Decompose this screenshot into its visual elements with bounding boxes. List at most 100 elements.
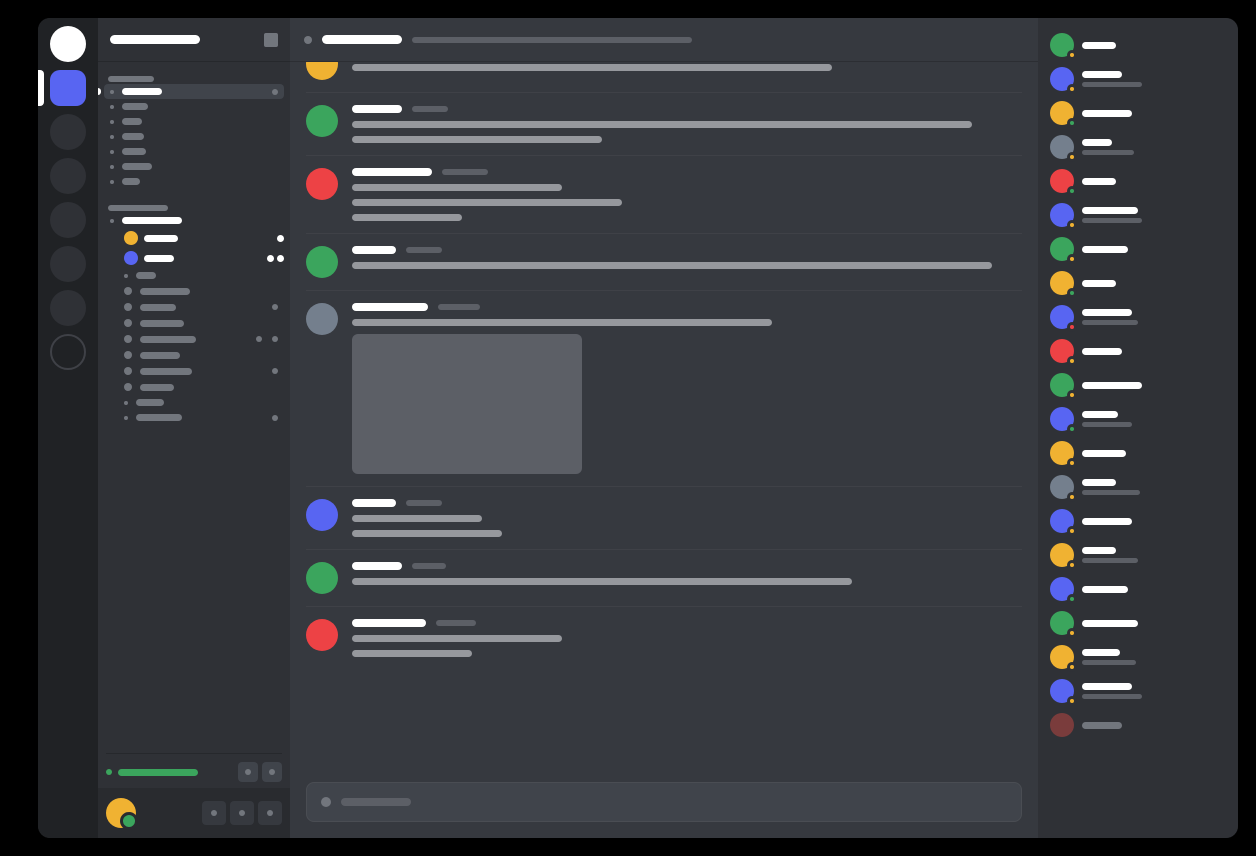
add-server-button[interactable] [50, 334, 86, 370]
avatar[interactable] [306, 168, 338, 200]
server-button[interactable] [50, 70, 86, 106]
member[interactable] [1046, 64, 1230, 94]
message[interactable] [306, 606, 1022, 669]
author-name[interactable] [352, 499, 396, 507]
message[interactable] [306, 549, 1022, 606]
channel-topic[interactable] [412, 37, 692, 43]
member[interactable] [1046, 302, 1230, 332]
message-input[interactable] [306, 782, 1022, 822]
member[interactable] [1046, 166, 1230, 196]
message[interactable] [306, 486, 1022, 549]
member[interactable] [1046, 438, 1230, 468]
text-channel[interactable] [118, 363, 284, 379]
text-channel[interactable] [118, 379, 284, 395]
voice-channel[interactable] [104, 213, 284, 228]
member[interactable] [1046, 608, 1230, 638]
text-channel[interactable] [104, 174, 284, 189]
avatar[interactable] [306, 246, 338, 278]
text-channel[interactable] [104, 129, 284, 144]
channel-list [98, 62, 290, 753]
self-avatar[interactable] [106, 798, 136, 828]
author-name[interactable] [352, 246, 396, 254]
category-label[interactable] [108, 205, 168, 211]
member[interactable] [1046, 506, 1230, 536]
member[interactable] [1046, 642, 1230, 672]
server-button[interactable] [50, 202, 86, 238]
voice-user[interactable] [118, 248, 290, 268]
message[interactable] [306, 62, 1022, 92]
avatar[interactable] [306, 619, 338, 651]
author-name[interactable] [352, 562, 402, 570]
text-channel[interactable] [104, 144, 284, 159]
member[interactable] [1046, 676, 1230, 706]
voice-status-label [118, 769, 198, 776]
text-channel[interactable] [118, 283, 284, 299]
message[interactable] [306, 290, 1022, 486]
author-name[interactable] [352, 619, 426, 627]
member[interactable] [1046, 540, 1230, 570]
text-channel[interactable] [118, 410, 284, 425]
attach-icon[interactable] [321, 797, 331, 807]
voice-info-button[interactable] [238, 762, 258, 782]
member[interactable] [1046, 30, 1230, 60]
text-channel[interactable] [118, 347, 284, 363]
member-name [1082, 411, 1118, 418]
voice-user[interactable] [118, 228, 290, 248]
member[interactable] [1046, 472, 1230, 502]
member[interactable] [1046, 370, 1230, 400]
avatar[interactable] [306, 62, 338, 80]
message-list[interactable] [290, 62, 1038, 782]
message[interactable] [306, 92, 1022, 155]
server-button[interactable] [50, 246, 86, 282]
author-name[interactable] [352, 303, 428, 311]
member[interactable] [1046, 234, 1230, 264]
server-header[interactable] [98, 18, 290, 62]
author-name[interactable] [352, 168, 432, 176]
server-button[interactable] [50, 114, 86, 150]
mute-button[interactable] [202, 801, 226, 825]
member-name [1082, 649, 1120, 656]
text-channel[interactable] [118, 268, 284, 283]
text-channel[interactable] [118, 315, 284, 331]
text-channel[interactable] [104, 99, 284, 114]
member[interactable] [1046, 200, 1230, 230]
text-channel[interactable] [118, 331, 284, 347]
deafen-button[interactable] [230, 801, 254, 825]
text-channel[interactable] [104, 114, 284, 129]
member[interactable] [1046, 574, 1230, 604]
hash-icon [124, 319, 132, 327]
text-channel[interactable] [118, 395, 284, 410]
member[interactable] [1046, 132, 1230, 162]
server-button[interactable] [50, 290, 86, 326]
member-name [1082, 309, 1132, 316]
member[interactable] [1046, 98, 1230, 128]
category-label[interactable] [108, 76, 154, 82]
avatar[interactable] [306, 105, 338, 137]
text-channel[interactable] [104, 159, 284, 174]
attachment-image[interactable] [352, 334, 582, 474]
member[interactable] [1046, 336, 1230, 366]
text-channel[interactable] [104, 84, 284, 99]
status-dot [1067, 560, 1077, 570]
member-name [1082, 246, 1128, 253]
avatar[interactable] [306, 499, 338, 531]
hash-icon [124, 335, 132, 343]
disconnect-button[interactable] [262, 762, 282, 782]
text-channel[interactable] [118, 299, 284, 315]
channel-header [290, 18, 1038, 62]
avatar [1050, 407, 1074, 431]
message[interactable] [306, 233, 1022, 290]
author-name[interactable] [352, 105, 402, 113]
settings-button[interactable] [258, 801, 282, 825]
member[interactable] [1046, 404, 1230, 434]
avatar[interactable] [306, 303, 338, 335]
dm-button[interactable] [50, 26, 86, 62]
message[interactable] [306, 155, 1022, 233]
hash-icon [124, 351, 132, 359]
avatar [124, 231, 138, 245]
member[interactable] [1046, 710, 1230, 740]
member-list[interactable] [1038, 18, 1238, 838]
avatar[interactable] [306, 562, 338, 594]
member[interactable] [1046, 268, 1230, 298]
server-button[interactable] [50, 158, 86, 194]
